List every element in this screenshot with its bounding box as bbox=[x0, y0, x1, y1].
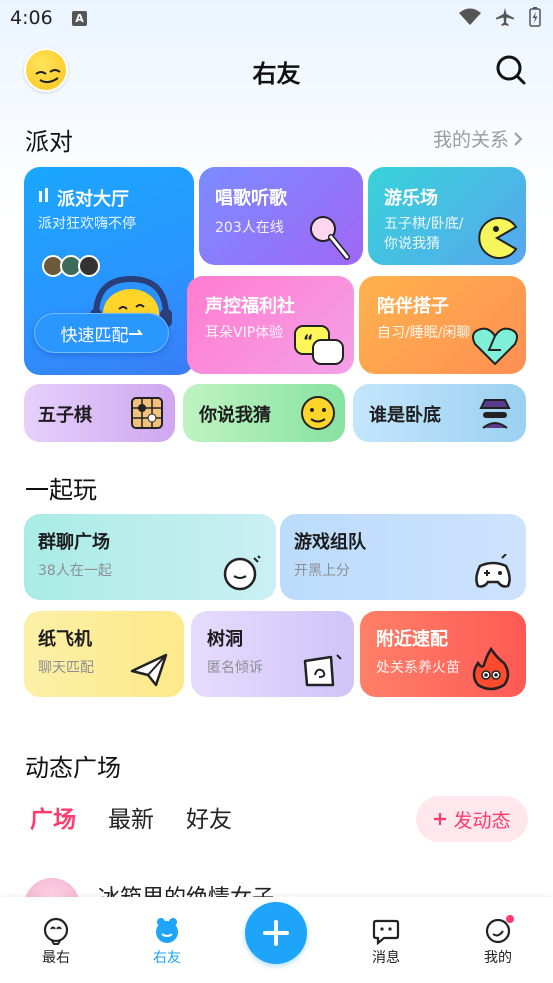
nav-zuiyou-label: 最右 bbox=[42, 950, 70, 966]
search-button[interactable] bbox=[495, 54, 527, 86]
unread-dot bbox=[506, 915, 514, 923]
nav-me[interactable]: 我的 bbox=[468, 915, 528, 967]
sing-subtitle: 203人在线 bbox=[215, 220, 284, 236]
partner-card[interactable]: 陪伴搭子 自习/睡眠/闲聊 bbox=[359, 276, 526, 374]
chevron-right-icon bbox=[514, 131, 523, 146]
playground-subtitle-1: 五子棋/卧底/ bbox=[384, 216, 464, 232]
sing-title: 唱歌听歌 bbox=[215, 188, 287, 209]
tree-hole-icon bbox=[303, 654, 342, 687]
message-icon bbox=[372, 919, 400, 945]
tree-hole-subtitle: 匿名倾诉 bbox=[207, 660, 263, 676]
partner-title: 陪伴搭子 bbox=[377, 296, 449, 317]
zuiyou-icon bbox=[43, 917, 69, 945]
gomoku-title: 五子棋 bbox=[38, 405, 92, 426]
gomoku-card[interactable]: 五子棋 bbox=[24, 384, 175, 442]
chat-bubble-icon bbox=[223, 555, 261, 591]
lobby-subtitle: 派对狂欢嗨不停 bbox=[38, 216, 136, 232]
status-time: 4:06 bbox=[10, 7, 53, 29]
paper-plane-card[interactable]: 纸飞机 聊天匹配 bbox=[24, 611, 184, 697]
svg-text:“: “ bbox=[303, 331, 314, 350]
wifi-icon bbox=[459, 8, 481, 25]
plus-icon bbox=[263, 920, 289, 946]
spy-icon bbox=[479, 399, 511, 429]
voice-title: 声控福利社 bbox=[205, 296, 295, 317]
feed-tabs: 广场 最新 好友 bbox=[30, 800, 232, 834]
game-team-card[interactable]: 游戏组队 开黑上分 bbox=[280, 514, 526, 600]
spy-title: 谁是卧底 bbox=[369, 405, 441, 426]
system-icons bbox=[459, 7, 541, 27]
nav-me-label: 我的 bbox=[484, 950, 512, 966]
battery-icon bbox=[529, 7, 541, 27]
voice-welfare-card[interactable]: 声控福利社 耳朵VIP体验 “ bbox=[187, 276, 354, 374]
playground-subtitle-2: 你说我猜 bbox=[384, 236, 440, 252]
paper-plane-subtitle: 聊天匹配 bbox=[38, 660, 94, 676]
signal-bars-icon bbox=[39, 188, 48, 202]
top-bar: 右友 bbox=[0, 44, 553, 100]
microphone-icon bbox=[310, 216, 350, 260]
flame-icon bbox=[472, 647, 510, 691]
tree-hole-card[interactable]: 树洞 匿名倾诉 bbox=[191, 611, 354, 697]
create-button[interactable] bbox=[245, 902, 307, 964]
playground-card[interactable]: 游乐场 五子棋/卧底/ 你说我猜 bbox=[368, 167, 526, 265]
search-icon bbox=[496, 55, 526, 85]
heart-handshake-icon bbox=[472, 327, 518, 366]
voice-subtitle: 耳朵VIP体验 bbox=[205, 325, 284, 341]
partner-subtitle: 自习/睡眠/闲聊 bbox=[377, 325, 471, 341]
post-status-label: 发动态 bbox=[453, 809, 511, 832]
post-status-button[interactable]: 发动态 bbox=[416, 796, 528, 842]
paper-plane-title: 纸飞机 bbox=[38, 629, 92, 650]
nearby-match-card[interactable]: 附近速配 处关系养火苗 bbox=[360, 611, 526, 697]
tab-friends[interactable]: 好友 bbox=[186, 800, 232, 834]
page-title: 右友 bbox=[252, 60, 301, 88]
tab-latest[interactable]: 最新 bbox=[108, 800, 154, 834]
nav-youyou-label: 右友 bbox=[153, 950, 181, 966]
game-team-subtitle: 开黑上分 bbox=[294, 563, 350, 579]
feed-section-title: 动态广场 bbox=[25, 754, 121, 782]
nav-messages[interactable]: 消息 bbox=[356, 917, 416, 967]
my-relations-label: 我的关系 bbox=[432, 129, 509, 151]
airplane-icon bbox=[496, 8, 514, 26]
plus-icon bbox=[434, 813, 447, 825]
lobby-title: 派对大厅 bbox=[57, 189, 129, 210]
group-chat-card[interactable]: 群聊广场 38人在一起 bbox=[24, 514, 276, 600]
notification-icon: A bbox=[72, 11, 87, 26]
gomoku-board-icon bbox=[131, 397, 163, 429]
play-section-title: 一起玩 bbox=[25, 476, 97, 504]
group-chat-subtitle: 38人在一起 bbox=[38, 563, 112, 579]
guess-face-icon bbox=[301, 396, 335, 430]
tree-hole-title: 树洞 bbox=[207, 629, 243, 650]
gamepad-icon bbox=[475, 554, 511, 588]
pacman-icon bbox=[478, 217, 518, 259]
nav-youyou[interactable]: 右友 bbox=[137, 917, 197, 967]
nearby-title: 附近速配 bbox=[376, 629, 448, 650]
speech-bubbles-icon: “ bbox=[294, 325, 344, 365]
status-bar: 4:06 A bbox=[0, 0, 553, 38]
playground-title: 游乐场 bbox=[384, 188, 438, 209]
quick-match-label: 快速匹配 bbox=[60, 325, 129, 346]
quick-match-button[interactable]: 快速匹配 bbox=[34, 313, 169, 353]
guess-card[interactable]: 你说我猜 bbox=[183, 384, 345, 442]
party-lobby-card[interactable]: 派对大厅 派对狂欢嗨不停 快速匹配 bbox=[24, 167, 194, 375]
group-chat-title: 群聊广场 bbox=[38, 532, 110, 553]
game-team-title: 游戏组队 bbox=[294, 532, 366, 553]
nearby-subtitle: 处关系养火苗 bbox=[376, 660, 460, 676]
nav-zuiyou[interactable]: 最右 bbox=[26, 917, 86, 967]
spy-card[interactable]: 谁是卧底 bbox=[353, 384, 526, 442]
my-relations-link[interactable]: 我的关系 bbox=[433, 125, 523, 152]
nav-messages-label: 消息 bbox=[372, 950, 400, 966]
sing-card[interactable]: 唱歌听歌 203人在线 bbox=[199, 167, 363, 265]
bottom-nav: 最右 右友 消息 我的 bbox=[0, 897, 553, 983]
youyou-icon bbox=[156, 918, 178, 943]
arrow-right-icon bbox=[128, 329, 143, 335]
tab-square[interactable]: 广场 bbox=[30, 800, 76, 834]
party-section-title: 派对 bbox=[25, 128, 73, 156]
guess-title: 你说我猜 bbox=[199, 405, 271, 426]
paper-plane-icon bbox=[130, 653, 168, 687]
